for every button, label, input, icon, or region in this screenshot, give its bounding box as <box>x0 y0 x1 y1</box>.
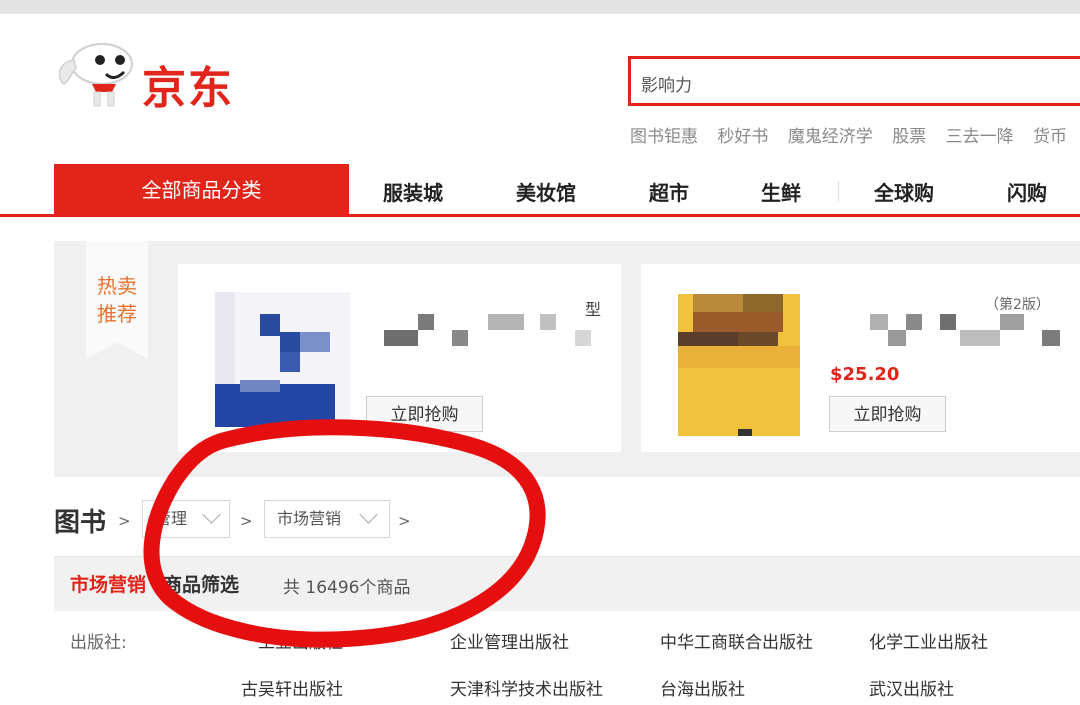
publisher-link[interactable]: 台海出版社 <box>660 675 745 700</box>
breadcrumb-select-marketing[interactable]: 市场营销 <box>264 500 390 538</box>
chevron-down-icon <box>359 505 378 524</box>
all-categories-button[interactable]: 全部商品分类 <box>54 164 349 217</box>
chevron-down-icon <box>202 505 221 524</box>
product-price: $25.20 <box>830 364 900 385</box>
result-count: 共 16496个商品 <box>283 578 411 598</box>
breadcrumb-separator: > <box>118 512 131 530</box>
nav-item-global[interactable]: 全球购 <box>874 177 934 206</box>
hot-words: 图书钜惠 秒好书 魔鬼经济学 股票 三去一降 货币 <box>630 122 1080 147</box>
breadcrumb-separator: > <box>240 512 253 530</box>
brand-name: 京东 <box>142 63 234 114</box>
product-image-pixelated[interactable] <box>678 294 800 436</box>
hot-sale-label: 热卖推荐 <box>97 274 137 326</box>
breadcrumb-select-label: 管理 <box>155 509 188 528</box>
nav-divider <box>838 181 839 201</box>
product-title-fragment: 型 <box>585 300 602 319</box>
hot-word-link[interactable]: 股票 <box>892 127 926 147</box>
hot-word-link[interactable]: 货币 <box>1033 127 1067 147</box>
publisher-link[interactable]: 古吴轩出版社 <box>241 675 343 700</box>
publisher-link[interactable]: 中华工商联合出版社 <box>660 628 813 653</box>
breadcrumb-root[interactable]: 图书 <box>54 502 106 539</box>
breadcrumb-select-label: 市场营销 <box>277 509 342 528</box>
product-image-pixelated[interactable] <box>215 292 350 427</box>
search-box[interactable] <box>628 56 1080 106</box>
jd-logo[interactable]: 京东 <box>52 40 282 115</box>
product-title-fragment: （第2版） <box>985 297 1050 313</box>
breadcrumb-separator: > <box>398 512 411 530</box>
jd-mascot-icon <box>58 43 133 107</box>
nav-item-fresh[interactable]: 生鲜 <box>761 177 801 206</box>
publisher-link[interactable]: 工业出版社 <box>258 628 343 653</box>
hot-word-link[interactable]: 三去一降 <box>946 127 1014 147</box>
nav-item-beauty[interactable]: 美妆馆 <box>516 177 576 206</box>
nav-item-supermarket[interactable]: 超市 <box>649 177 689 206</box>
hot-word-link[interactable]: 图书钜惠 <box>630 127 698 147</box>
breadcrumb-select-management[interactable]: 管理 <box>142 500 230 538</box>
publisher-link[interactable]: 天津科学技术出版社 <box>450 675 603 700</box>
filter-category: 市场营销 <box>70 574 147 596</box>
buy-now-button[interactable]: 立即抢购 <box>829 396 946 432</box>
buy-now-button[interactable]: 立即抢购 <box>366 396 483 432</box>
search-input[interactable] <box>639 67 1063 99</box>
filter-title: 商品筛选 <box>163 574 240 596</box>
hot-word-link[interactable]: 秒好书 <box>717 127 768 147</box>
nav-item-flash[interactable]: 闪购 <box>1007 177 1047 206</box>
publisher-link[interactable]: 企业管理出版社 <box>450 628 569 653</box>
publisher-link[interactable]: 化学工业出版社 <box>869 628 988 653</box>
hot-word-link[interactable]: 魔鬼经济学 <box>788 127 873 147</box>
browser-top-strip <box>0 0 1080 14</box>
publisher-label: 出版社: <box>70 633 127 653</box>
publisher-link[interactable]: 武汉出版社 <box>869 675 954 700</box>
nav-item-clothing[interactable]: 服装城 <box>383 177 443 206</box>
